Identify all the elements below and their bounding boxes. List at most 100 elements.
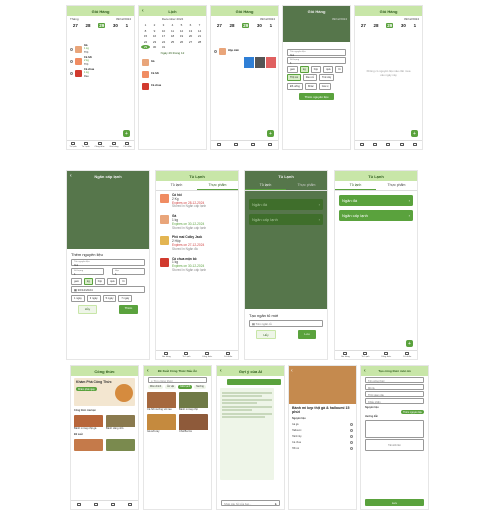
calendar-day[interactable]: 20	[186, 34, 195, 38]
day[interactable]: 30	[113, 23, 118, 28]
calendar-day[interactable]: 13	[186, 29, 195, 33]
checkbox[interactable]	[70, 47, 73, 51]
day[interactable]: 28	[230, 23, 235, 28]
recipe-card[interactable]: Cá hồi nướng với rau	[147, 392, 176, 411]
unit-chip-selected[interactable]: kg	[84, 277, 93, 285]
nav-recipes[interactable]: Công thức	[94, 142, 105, 148]
tag-chip[interactable]: Gia vị	[318, 83, 332, 90]
add-button[interactable]: Thêm	[118, 304, 139, 314]
calendar-day-selected[interactable]: 29	[141, 45, 150, 49]
list-item[interactable]: Cá hồi 2 kg Thịt	[67, 55, 134, 67]
nav-item[interactable]	[110, 503, 115, 507]
calendar-day[interactable]: 10	[159, 29, 168, 33]
nav-fridge[interactable]: Tủ Lạnh	[182, 352, 190, 358]
back-arrow-icon[interactable]: ‹	[364, 368, 366, 374]
day[interactable]: 1	[126, 23, 129, 28]
checkbox[interactable]	[70, 71, 73, 75]
back-arrow-icon[interactable]: ‹	[70, 173, 72, 179]
calendar-day[interactable]: 9	[150, 29, 159, 33]
calendar-day[interactable]: 8	[141, 29, 150, 33]
cancel-button[interactable]: Hủy	[77, 304, 98, 314]
upload-area[interactable]: Tải ảnh lên	[365, 439, 424, 451]
week-label[interactable]: Tháng	[70, 17, 79, 21]
unit-chip[interactable]: lít	[119, 277, 128, 285]
day[interactable]: 1	[414, 23, 417, 28]
checkbox[interactable]	[70, 59, 73, 63]
food-row[interactable]: Phô mai Colby Jack 2 Hộp Expires on 27-12-…	[156, 233, 238, 254]
tab-fridge[interactable]: Tủ lạnh	[335, 181, 376, 190]
nav-cart[interactable]: Giỏ hàng	[162, 352, 171, 358]
tag-chip[interactable]: Trái cây	[319, 74, 335, 81]
calendar-day[interactable]: 21	[195, 34, 204, 38]
food-row[interactable]: Gà 1 kg Expires on 30-12-2024 Stored in Ngă…	[156, 212, 238, 233]
nav-item[interactable]	[386, 143, 391, 147]
list-item[interactable]: Cà chua	[139, 80, 206, 92]
nav-fridge[interactable]: Tủ lạnh	[69, 142, 77, 148]
back-arrow-icon[interactable]: ‹	[291, 368, 293, 374]
unit-chip[interactable]: hộp	[94, 277, 106, 285]
back-arrow-icon[interactable]: ‹	[147, 368, 149, 374]
add-button[interactable]: +	[267, 130, 274, 137]
tag-chip[interactable]: Khác	[304, 83, 317, 90]
nav-fridge2[interactable]: Tủ Lạnh	[82, 142, 90, 148]
quick-day-chip[interactable]: 7 ngày	[118, 294, 133, 302]
category-pill-selected[interactable]: Cảm lạnh	[177, 384, 193, 389]
checkbox[interactable]	[350, 434, 353, 438]
search-input[interactable]: ⌕ Tìm công thức	[148, 377, 207, 383]
list-item[interactable]: Gà 1 kg Thịt	[67, 43, 134, 55]
category-pill[interactable]: Món chính	[148, 384, 164, 389]
nav-item[interactable]	[267, 143, 272, 147]
calendar-day[interactable]: 24	[159, 40, 168, 44]
tab-fridge[interactable]: Tủ lạnh	[156, 181, 197, 190]
date-field[interactable]: ▦ 30/12/2024	[71, 286, 145, 293]
name-field[interactable]: Tên nguyên liệu Gà	[71, 259, 145, 267]
tab-fridge[interactable]: Tủ lạnh	[245, 181, 286, 190]
cancel-button[interactable]: Hủy	[256, 330, 276, 339]
checkbox[interactable]	[350, 446, 353, 450]
calendar-day[interactable]: 28	[195, 40, 204, 44]
unit-chip[interactable]: gam	[71, 277, 83, 285]
calendar-day[interactable]: 7	[195, 23, 204, 27]
calendar-day[interactable]: 30	[150, 45, 159, 49]
day-strip[interactable]: 27 28 29 30 1	[211, 22, 278, 29]
calendar-day[interactable]: 14	[195, 29, 204, 33]
checkbox[interactable]	[350, 440, 353, 444]
nav-recipes[interactable]: Công thức	[381, 352, 391, 358]
back-arrow-icon[interactable]: ‹	[220, 368, 222, 374]
tag-chip-selected[interactable]: Thịt cá	[287, 74, 301, 81]
nav-profile[interactable]: Cá nhân	[403, 352, 411, 358]
recipe-card[interactable]: Bánh xăng nhỏ	[106, 415, 135, 430]
day[interactable]: 28	[374, 23, 379, 28]
quick-day-chip[interactable]: 5 ngày	[102, 294, 117, 302]
day-selected[interactable]: 29	[242, 23, 250, 28]
nav-cart[interactable]: Giỏ hàng	[341, 352, 350, 358]
nav-item[interactable]	[94, 503, 99, 507]
save-button[interactable]: Lưu	[365, 499, 424, 506]
day[interactable]: 1	[270, 23, 273, 28]
unit-chip[interactable]: gam	[287, 65, 299, 73]
nav-item[interactable]	[399, 143, 404, 147]
explore-button[interactable]: Khám phá ngay	[76, 387, 97, 391]
recipe-card[interactable]	[106, 439, 135, 451]
chat-input[interactable]: Nhập câu hỏi của bạn... ➤	[221, 500, 280, 506]
nav-profile[interactable]: Cá nhân	[224, 352, 232, 358]
calendar-day[interactable]: 1	[141, 23, 150, 27]
category-pill[interactable]: Nướng	[194, 384, 206, 389]
back-arrow-icon[interactable]: ‹	[142, 8, 144, 14]
description-field[interactable]: Mô tả	[365, 384, 424, 390]
day-selected[interactable]: 29	[98, 23, 106, 28]
day-strip[interactable]: 27 28 29 30 1	[67, 22, 134, 29]
card-freezer[interactable]: Ngăn đá ›	[249, 199, 323, 210]
calendar-day[interactable]: 23	[150, 40, 159, 44]
day[interactable]: 27	[361, 23, 366, 28]
add-button[interactable]: +	[123, 130, 130, 137]
nav-item[interactable]	[127, 503, 132, 507]
checkbox[interactable]	[214, 49, 217, 53]
list-item[interactable]: Gà	[139, 56, 206, 68]
calendar-day[interactable]: 4	[168, 23, 177, 27]
list-item[interactable]: Cà chua 1 kg Rau	[67, 67, 134, 79]
calendar-day[interactable]: 25	[168, 40, 177, 44]
recipe-name-field[interactable]: Tên công thức	[365, 377, 424, 383]
add-button[interactable]: +	[411, 130, 418, 137]
calendar-day[interactable]: 26	[177, 40, 186, 44]
